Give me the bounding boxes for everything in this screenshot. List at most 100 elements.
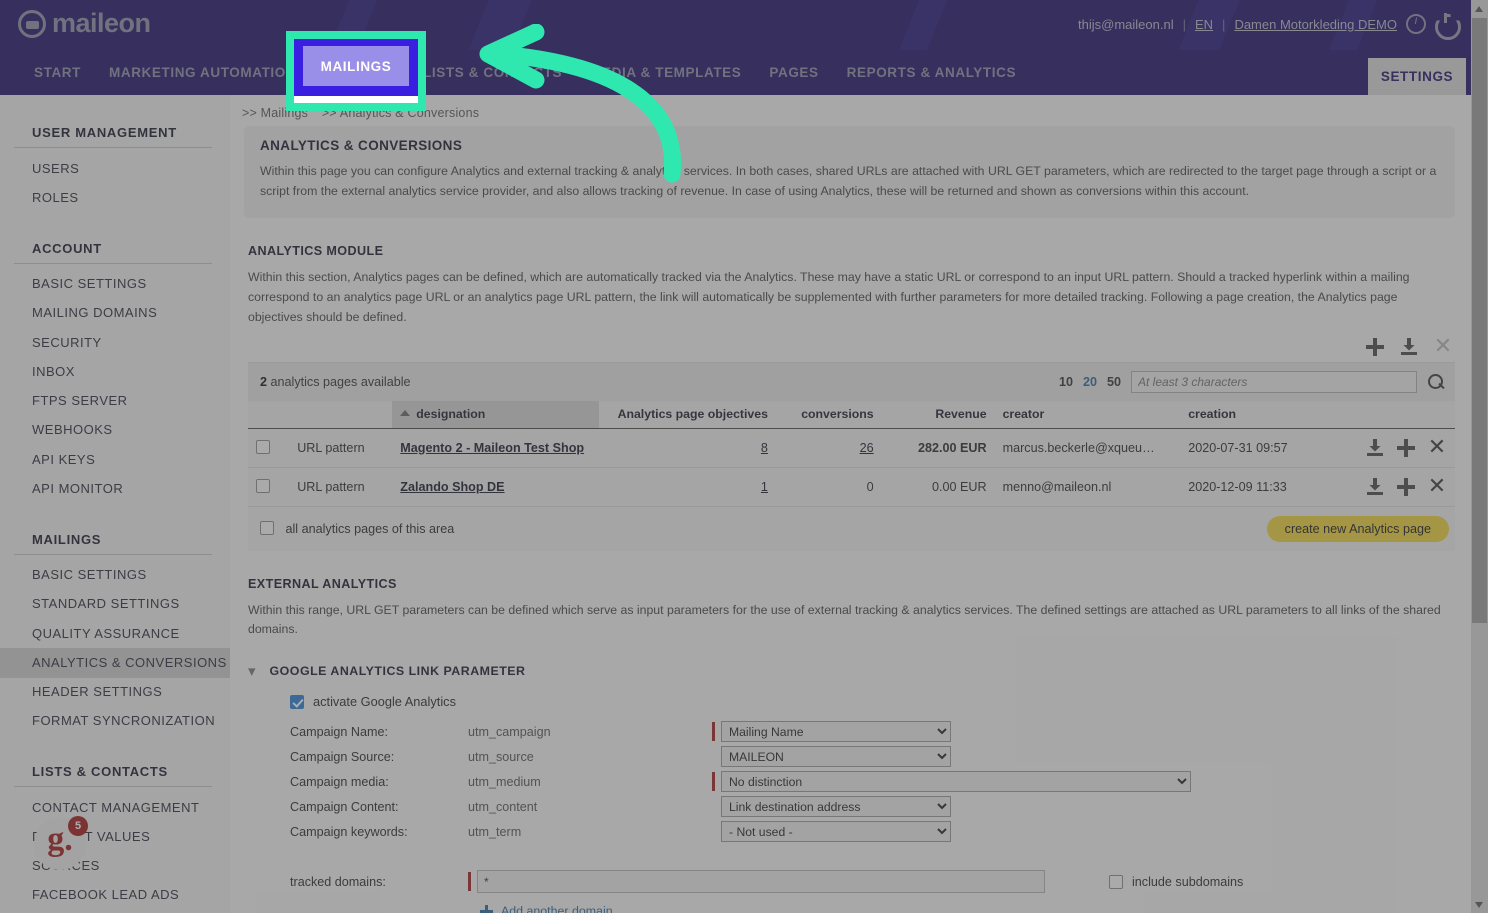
table-count-label: 2 analytics pages available <box>260 375 411 389</box>
row-revenue: 282.00 EUR <box>881 428 995 468</box>
col-revenue[interactable]: Revenue <box>881 400 995 429</box>
row-add-icon[interactable] <box>1396 477 1416 497</box>
maileon-logo[interactable]: maileon <box>18 8 151 39</box>
sidebar-item-roles[interactable]: ROLES <box>0 183 230 212</box>
activate-ga-checkbox[interactable] <box>290 694 304 709</box>
import-icon[interactable] <box>1399 337 1419 357</box>
select-utm-term[interactable]: - Not used - <box>721 821 951 843</box>
nav-item-mailings[interactable]: MAILINGS <box>310 50 410 95</box>
nav-item-reports-analytics[interactable]: REPORTS & ANALYTICS <box>833 50 1030 95</box>
sidebar-item-contact-management[interactable]: CONTACT MANAGEMENT <box>0 793 230 822</box>
nav-item-pages[interactable]: PAGES <box>755 50 832 95</box>
row-checkbox[interactable] <box>256 440 270 455</box>
nav-item-media-templates[interactable]: MEDIA & TEMPLATES <box>576 50 755 95</box>
sidebar-item-users[interactable]: USERS <box>0 154 230 183</box>
row-checkbox[interactable] <box>256 479 270 494</box>
sidebar-item-quality-assurance[interactable]: QUALITY ASSURANCE <box>0 619 230 648</box>
sidebar-item-analytics-conversions[interactable]: ANALYTICS & CONVERSIONS <box>0 648 230 678</box>
row-export-icon[interactable] <box>1365 438 1385 458</box>
col-conversions[interactable]: conversions <box>775 400 882 429</box>
col-designation[interactable]: designation <box>392 400 599 429</box>
select-utm-source[interactable]: MAILEON <box>721 746 951 768</box>
delete-icon[interactable]: ✕ <box>1433 334 1453 357</box>
col-creation[interactable]: creation <box>1180 400 1348 429</box>
power-logout-icon[interactable] <box>1435 13 1455 34</box>
sidebar-item-inbox[interactable]: INBOX <box>0 357 230 386</box>
chevron-down-icon[interactable]: ▾ <box>248 662 256 680</box>
param-utm-content: utm_content <box>468 799 538 814</box>
page-title: ANALYTICS & CONVERSIONS <box>260 138 463 153</box>
help-widget-badge: 5 <box>68 816 88 836</box>
col-designation-label: designation <box>416 406 486 421</box>
nav-item-lists-contacts[interactable]: LISTS & CONTACTS <box>409 50 576 95</box>
vertical-scrollbar[interactable] <box>1471 0 1488 913</box>
row-conversions-link[interactable]: 26 <box>860 441 874 455</box>
sidebar-item-facebook-lead-ads[interactable]: FACEBOOK LEAD ADS <box>0 881 230 910</box>
row-delete-icon[interactable]: ✕ <box>1427 474 1447 497</box>
user-email: thijs@maileon.nl <box>1078 16 1174 32</box>
row-export-icon[interactable] <box>1365 477 1385 497</box>
breadcrumb-item-mailings[interactable]: >> Mailings <box>242 106 308 120</box>
row-designation-link[interactable]: Zalando Shop DE <box>400 480 504 494</box>
row-objectives-cell: 1 <box>598 467 776 507</box>
analytics-module-section: ANALYTICS MODULE Within this section, An… <box>248 244 1455 551</box>
sidebar-group-title-account: ACCOUNT <box>32 240 102 256</box>
application-window: maileon thijs@maileon.nl | EN | Damen Mo… <box>0 0 1488 913</box>
tab-settings[interactable]: SETTINGS <box>1368 58 1466 95</box>
scroll-down-arrow-icon[interactable] <box>1471 896 1488 913</box>
row-objectives-link[interactable]: 8 <box>761 441 768 455</box>
row-add-icon[interactable] <box>1396 438 1416 458</box>
language-link[interactable]: EN <box>1195 17 1213 32</box>
sidebar-item-webhooks[interactable]: WEBHOOKS <box>0 416 230 445</box>
sidebar-item-ftps-server[interactable]: FTPS SERVER <box>0 387 230 416</box>
tracked-domains-input[interactable] <box>477 870 1045 894</box>
include-subdomains-checkbox[interactable] <box>1109 874 1123 889</box>
breadcrumb-item-analytics[interactable]: >> Analytics & Conversions <box>322 106 479 120</box>
row-actions-cell: ✕ <box>1347 428 1455 468</box>
select-all-checkbox[interactable] <box>260 521 274 536</box>
param-utm-campaign: utm_campaign <box>468 724 551 739</box>
sidebar-item-standard-settings[interactable]: STANDARD SETTINGS <box>0 590 230 619</box>
sidebar-item-header-settings[interactable]: HEADER SETTINGS <box>0 678 230 707</box>
nav-item-start[interactable]: START <box>20 50 95 95</box>
search-icon[interactable] <box>1427 373 1445 391</box>
row-type: URL pattern <box>289 428 393 468</box>
info-icon[interactable] <box>1406 13 1426 34</box>
create-analytics-page-button[interactable]: create new Analytics page <box>1266 515 1449 542</box>
account-link[interactable]: Damen Motorkleding DEMO <box>1234 17 1397 32</box>
row-objectives-link[interactable]: 1 <box>761 480 768 494</box>
search-input[interactable] <box>1131 370 1417 393</box>
sidebar-item-api-keys[interactable]: API KEYS <box>0 445 230 474</box>
include-subdomains-label: include subdomains <box>1132 874 1244 889</box>
row-designation-link[interactable]: Magento 2 - Maileon Test Shop <box>400 441 584 455</box>
scroll-up-arrow-icon[interactable] <box>1471 0 1488 17</box>
row-delete-icon[interactable]: ✕ <box>1427 435 1447 458</box>
ga-section-header: ▾ GOOGLE ANALYTICS LINK PARAMETER <box>248 662 1455 680</box>
sidebar-item-mailing-domains[interactable]: MAILING DOMAINS <box>0 299 230 328</box>
select-utm-content[interactable]: Link destination address <box>721 796 951 818</box>
header-user-area: thijs@maileon.nl | EN | Damen Motorkledi… <box>1078 13 1455 34</box>
sidebar-item-basic-settings[interactable]: BASIC SETTINGS <box>0 561 230 590</box>
add-icon[interactable] <box>1365 337 1385 357</box>
add-domain-row[interactable]: Add another domain <box>480 904 1455 913</box>
sidebar-item-api-monitor[interactable]: API MONITOR <box>0 474 230 503</box>
page-size-50[interactable]: 50 <box>1107 375 1121 389</box>
add-another-domain-link[interactable]: Add another domain <box>501 904 613 913</box>
col-objectives[interactable]: Analytics page objectives <box>598 400 776 429</box>
main-navigation-bar: START MARKETING AUTOMATION MAILINGS LISTS &… <box>0 50 1471 95</box>
nav-item-marketing-automation[interactable]: MARKETING AUTOMATION <box>95 50 310 95</box>
external-analytics-text: Within this range, URL GET parameters ca… <box>248 602 1441 637</box>
select-utm-campaign[interactable]: Mailing Name <box>721 721 951 743</box>
sidebar-item-security[interactable]: SECURITY <box>0 328 230 357</box>
sidebar-item-basic-settings[interactable]: BASIC SETTINGS <box>0 270 230 299</box>
select-utm-medium[interactable]: No distinction <box>721 771 1191 793</box>
page-size-10[interactable]: 10 <box>1059 375 1073 389</box>
scrollbar-thumb[interactable] <box>1472 18 1487 623</box>
col-creator[interactable]: creator <box>994 400 1181 429</box>
help-widget[interactable]: g. 5 <box>34 816 88 870</box>
label-utm-term: Campaign keywords: <box>290 824 408 839</box>
page-size-20[interactable]: 20 <box>1083 375 1097 389</box>
sidebar-item-format-syncronization[interactable]: FORMAT SYNCRONIZATION <box>0 707 230 736</box>
